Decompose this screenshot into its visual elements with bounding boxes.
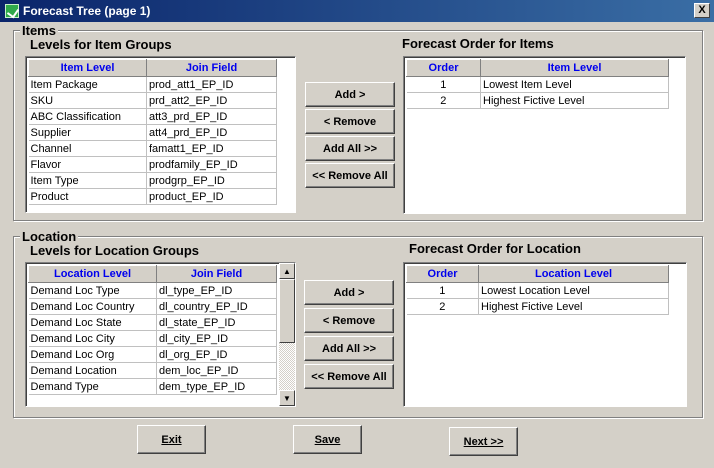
- table-row[interactable]: SKU prd_att2_EP_ID: [28, 92, 277, 109]
- table-row[interactable]: Demand Loc Org dl_org_EP_ID: [28, 346, 277, 363]
- table-row[interactable]: Supplier att4_prd_EP_ID: [28, 124, 277, 141]
- table-row[interactable]: 1 Lowest Item Level: [406, 76, 669, 93]
- exit-button[interactable]: Exit: [137, 425, 206, 454]
- cell-level: ABC Classification: [28, 108, 147, 125]
- column-header-order[interactable]: Order: [406, 265, 479, 283]
- column-header-item-level[interactable]: Item Level: [28, 59, 147, 77]
- cell-level: Demand Loc City: [28, 330, 157, 347]
- table-row[interactable]: 2 Highest Fictive Level: [406, 298, 669, 315]
- items-add-button[interactable]: Add >: [305, 82, 395, 107]
- table-row[interactable]: Demand Loc State dl_state_EP_ID: [28, 314, 277, 331]
- cell-order: 1: [406, 76, 481, 93]
- items-levels-title: Levels for Item Groups: [30, 37, 172, 52]
- column-header-item-level[interactable]: Item Level: [480, 59, 669, 77]
- title-bar: Forecast Tree (page 1) X: [0, 0, 714, 22]
- item-levels-list[interactable]: Item Level Join Field Item Package prod_a…: [25, 56, 296, 213]
- items-order-title: Forecast Order for Items: [402, 36, 554, 51]
- cell-level: Demand Location: [28, 362, 157, 379]
- cell-level: Item Package: [28, 76, 147, 93]
- table-row[interactable]: Product product_EP_ID: [28, 188, 277, 205]
- table-row[interactable]: Item Package prod_att1_EP_ID: [28, 76, 277, 93]
- cell-join-field: dl_country_EP_ID: [156, 298, 277, 315]
- cell-join-field: att3_prd_EP_ID: [146, 108, 277, 125]
- location-levels-table: Location Level Join Field Demand Loc Typ…: [28, 265, 277, 395]
- cell-join-field: prodfamily_EP_ID: [146, 156, 277, 173]
- location-add-all-button[interactable]: Add All >>: [304, 336, 394, 361]
- cell-join-field: product_EP_ID: [146, 188, 277, 205]
- table-row[interactable]: Item Type prodgrp_EP_ID: [28, 172, 277, 189]
- table-row[interactable]: Demand Type dem_type_EP_ID: [28, 378, 277, 395]
- location-group-label: Location: [20, 229, 79, 244]
- cell-level: Demand Loc Type: [28, 282, 157, 299]
- save-button[interactable]: Save: [293, 425, 362, 454]
- location-levels-list[interactable]: Location Level Join Field Demand Loc Typ…: [25, 262, 296, 407]
- location-order-title: Forecast Order for Location: [409, 241, 581, 256]
- column-header-location-level[interactable]: Location Level: [478, 265, 669, 283]
- cell-level: Highest Fictive Level: [478, 298, 669, 315]
- items-remove-all-button[interactable]: << Remove All: [305, 163, 395, 188]
- cell-join-field: dem_loc_EP_ID: [156, 362, 277, 379]
- location-add-button[interactable]: Add >: [304, 280, 394, 305]
- cell-order: 2: [406, 92, 481, 109]
- cell-join-field: dl_state_EP_ID: [156, 314, 277, 331]
- table-row[interactable]: Demand Loc City dl_city_EP_ID: [28, 330, 277, 347]
- items-remove-button[interactable]: < Remove: [305, 109, 395, 134]
- table-row[interactable]: ABC Classification att3_prd_EP_ID: [28, 108, 277, 125]
- close-button[interactable]: X: [694, 3, 710, 18]
- cell-join-field: dl_city_EP_ID: [156, 330, 277, 347]
- cell-level: Demand Loc State: [28, 314, 157, 331]
- scroll-down-icon[interactable]: ▼: [279, 390, 295, 406]
- cell-level: Flavor: [28, 156, 147, 173]
- location-remove-button[interactable]: < Remove: [304, 308, 394, 333]
- scroll-thumb[interactable]: [279, 279, 295, 343]
- cell-level: Demand Type: [28, 378, 157, 395]
- location-remove-all-button[interactable]: << Remove All: [304, 364, 394, 389]
- cell-join-field: dem_type_EP_ID: [156, 378, 277, 395]
- table-row[interactable]: Demand Loc Country dl_country_EP_ID: [28, 298, 277, 315]
- cell-join-field: famatt1_EP_ID: [146, 140, 277, 157]
- cell-join-field: dl_org_EP_ID: [156, 346, 277, 363]
- cell-order: 1: [406, 282, 479, 299]
- cell-level: Highest Fictive Level: [480, 92, 669, 109]
- table-row[interactable]: Channel famatt1_EP_ID: [28, 140, 277, 157]
- cell-level: Item Type: [28, 172, 147, 189]
- table-row[interactable]: Demand Location dem_loc_EP_ID: [28, 362, 277, 379]
- table-row[interactable]: Flavor prodfamily_EP_ID: [28, 156, 277, 173]
- window-title: Forecast Tree (page 1): [23, 4, 151, 18]
- item-order-list[interactable]: Order Item Level 1 Lowest Item Level 2 Hig…: [403, 56, 686, 214]
- items-add-all-button[interactable]: Add All >>: [305, 136, 395, 161]
- column-header-order[interactable]: Order: [406, 59, 481, 77]
- app-check-icon: [5, 4, 19, 18]
- cell-level: Lowest Item Level: [480, 76, 669, 93]
- location-order-list[interactable]: Order Location Level 1 Lowest Location Le…: [403, 262, 687, 407]
- cell-level: SKU: [28, 92, 147, 109]
- cell-join-field: dl_type_EP_ID: [156, 282, 277, 299]
- column-header-join-field[interactable]: Join Field: [146, 59, 277, 77]
- cell-level: Channel: [28, 140, 147, 157]
- scroll-up-icon[interactable]: ▲: [279, 263, 295, 279]
- cell-join-field: prodgrp_EP_ID: [146, 172, 277, 189]
- table-row[interactable]: 2 Highest Fictive Level: [406, 92, 669, 109]
- column-header-join-field[interactable]: Join Field: [156, 265, 277, 283]
- item-levels-table: Item Level Join Field Item Package prod_a…: [28, 59, 277, 205]
- location-order-table: Order Location Level 1 Lowest Location Le…: [406, 265, 669, 315]
- cell-join-field: prod_att1_EP_ID: [146, 76, 277, 93]
- item-order-table: Order Item Level 1 Lowest Item Level 2 Hig…: [406, 59, 669, 109]
- cell-order: 2: [406, 298, 479, 315]
- table-row[interactable]: Demand Loc Type dl_type_EP_ID: [28, 282, 277, 299]
- cell-level: Demand Loc Org: [28, 346, 157, 363]
- cell-join-field: att4_prd_EP_ID: [146, 124, 277, 141]
- cell-level: Lowest Location Level: [478, 282, 669, 299]
- location-levels-scrollbar[interactable]: ▲ ▼: [279, 263, 295, 406]
- next-button[interactable]: Next >>: [449, 427, 518, 456]
- cell-join-field: prd_att2_EP_ID: [146, 92, 277, 109]
- cell-level: Demand Loc Country: [28, 298, 157, 315]
- cell-level: Supplier: [28, 124, 147, 141]
- table-row[interactable]: 1 Lowest Location Level: [406, 282, 669, 299]
- column-header-location-level[interactable]: Location Level: [28, 265, 157, 283]
- cell-level: Product: [28, 188, 147, 205]
- location-levels-title: Levels for Location Groups: [30, 243, 200, 258]
- items-group-label: Items: [20, 23, 58, 38]
